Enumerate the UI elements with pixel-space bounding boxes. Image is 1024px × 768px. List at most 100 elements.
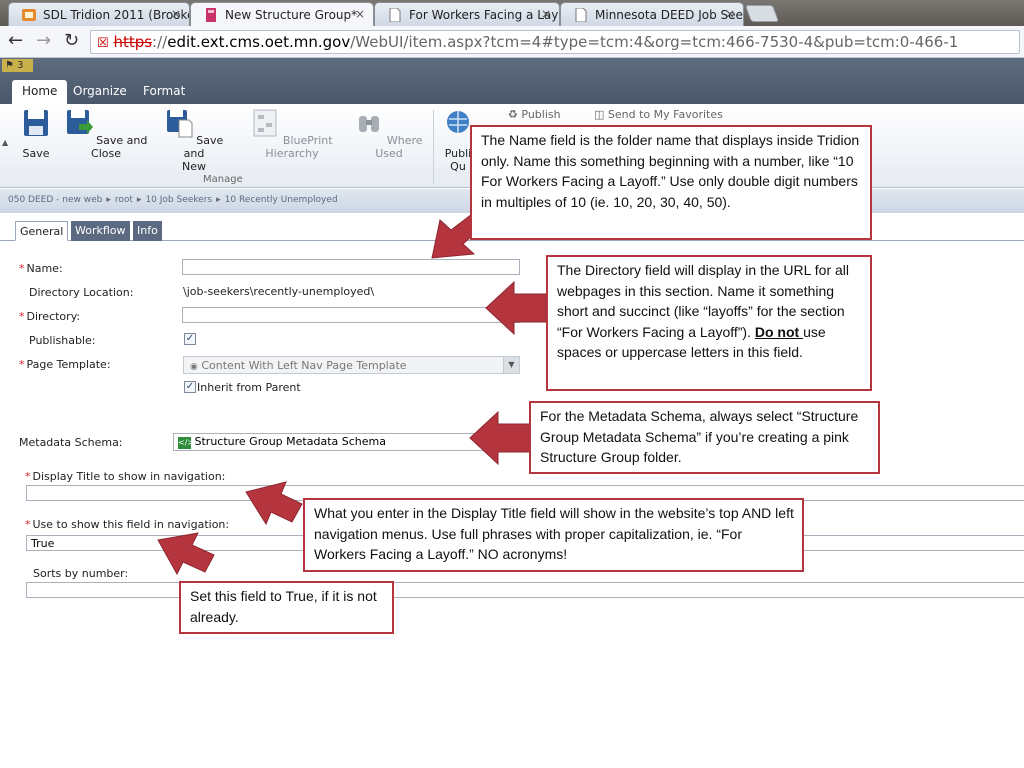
template-icon: ◉ xyxy=(190,362,198,372)
directory-label-text: Directory: xyxy=(26,310,81,323)
ribbon-separator xyxy=(433,110,434,184)
publishable-checkbox[interactable]: ✓ xyxy=(184,333,196,345)
inherit-from-parent-label: Inherit from Parent xyxy=(197,381,301,394)
inherit-from-parent-checkbox[interactable]: ✓ xyxy=(184,381,196,393)
save-close-icon xyxy=(66,110,93,134)
callout-name-field: The Name field is the folder name that d… xyxy=(470,125,872,240)
breadcrumb-separator: ▸ xyxy=(136,195,142,205)
required-marker: * xyxy=(25,518,31,531)
sorts-by-number-input[interactable] xyxy=(26,582,1024,598)
metadata-schema-label: Metadata Schema: xyxy=(19,436,123,449)
sorts-by-number-label: Sorts by number: xyxy=(33,567,129,580)
new-tab-button[interactable] xyxy=(744,5,780,22)
save-button[interactable]: Save xyxy=(18,108,54,160)
chevron-down-icon[interactable]: ▼ xyxy=(503,357,519,373)
required-marker: * xyxy=(19,310,25,323)
ribbon-tab-organize[interactable]: Organize xyxy=(63,80,137,104)
required-marker: * xyxy=(25,470,31,483)
blueprint-hierarchy-button[interactable]: BluePrint Hierarchy xyxy=(236,108,348,160)
page-template-value: Content With Left Nav Page Template xyxy=(201,359,407,372)
close-icon[interactable]: × xyxy=(541,7,551,21)
page-template-label: * Page Template: xyxy=(19,358,111,371)
tab-info[interactable]: Info xyxy=(133,221,162,241)
directory-location-value: \job-seekers\recently-unemployed\ xyxy=(183,285,375,298)
flag-badge[interactable]: ⚑ 3 xyxy=(2,59,33,72)
browser-tab-deed-job-seekers[interactable]: Minnesota DEED Job Seek × xyxy=(560,2,744,26)
name-label: * Name: xyxy=(19,262,63,275)
globe-icon xyxy=(447,111,469,133)
publish-icon: ♻ xyxy=(508,108,518,121)
browser-tab-label: New Structure Group* xyxy=(225,8,358,22)
save-label: Save xyxy=(22,147,50,160)
browser-tab-label: Minnesota DEED Job Seek xyxy=(595,8,744,22)
breadcrumb-item[interactable]: root xyxy=(115,195,133,205)
where-used-label: Where Used xyxy=(375,134,423,160)
url-path: /WebUI/item.aspx?tcm=4#type=tcm:4&org=tc… xyxy=(350,33,959,51)
publish-queue-label-line2: Qu xyxy=(450,160,466,173)
url-scheme-separator: :// xyxy=(152,33,168,51)
directory-input[interactable] xyxy=(182,307,520,323)
close-icon[interactable]: × xyxy=(725,7,735,21)
ribbon-tab-home[interactable]: Home xyxy=(12,80,68,104)
ribbon-tab-format[interactable]: Format xyxy=(133,80,195,104)
page-icon xyxy=(575,8,587,22)
collapse-arrow-icon[interactable]: ▲ xyxy=(2,138,8,147)
url-scheme: https xyxy=(113,33,153,51)
flag-count: 3 xyxy=(17,60,24,71)
breadcrumb-item[interactable]: 10 Recently Unemployed xyxy=(225,195,338,205)
save-and-close-label: Save and Close xyxy=(91,134,148,160)
forward-arrow-icon[interactable]: → xyxy=(36,31,51,51)
breadcrumb-separator: ▸ xyxy=(216,195,221,205)
name-label-text: Name: xyxy=(26,262,63,275)
page-template-select[interactable]: ◉ Content With Left Nav Page Template ▼ xyxy=(183,356,520,374)
floppy-disk-icon xyxy=(24,110,48,136)
tab-general[interactable]: General xyxy=(15,221,69,241)
required-marker: * xyxy=(19,262,25,275)
ribbon-group-label: Manage xyxy=(203,174,243,185)
browser-tab-strip: SDL Tridion 2011 (Brooke F × New Structu… xyxy=(0,0,1024,26)
send-to-favorites-button[interactable]: ◫ Send to My Favorites xyxy=(594,108,723,121)
save-and-close-button[interactable]: Save and Close xyxy=(60,108,152,160)
schema-icon: </> xyxy=(178,437,195,449)
callout-directory-field: The Directory field will display in the … xyxy=(546,255,872,391)
tridion-icon xyxy=(22,9,36,21)
browser-tab-tridion[interactable]: SDL Tridion 2011 (Brooke F × xyxy=(8,2,190,26)
metadata-schema-value: Structure Group Metadata Schema xyxy=(194,435,386,448)
browser-tab-new-structure-group[interactable]: New Structure Group* × xyxy=(190,2,374,26)
url-input[interactable]: ☒ https://edit.ext.cms.oet.mn.gov/WebUI/… xyxy=(90,30,1020,54)
browser-tab-workers-layoff[interactable]: For Workers Facing a Layo × xyxy=(374,2,560,26)
address-bar: ← → ↻ ☒ https://edit.ext.cms.oet.mn.gov/… xyxy=(0,26,1024,58)
publish-label: Publish xyxy=(521,108,561,121)
broken-lock-icon: ☒ xyxy=(97,36,109,51)
binoculars-icon xyxy=(359,116,380,132)
callout-metadata-schema: For the Metadata Schema, always select “… xyxy=(529,401,880,474)
required-marker: * xyxy=(19,358,25,371)
reload-icon[interactable]: ↻ xyxy=(64,31,79,51)
where-used-button[interactable]: Where Used xyxy=(352,108,426,160)
metadata-schema-select[interactable]: </> Structure Group Metadata Schema xyxy=(173,433,493,451)
cms-header: ⚑ 3 Home Organize Format xyxy=(0,58,1024,104)
callout-true-field: Set this field to True, if it is not alr… xyxy=(179,581,394,634)
use-to-show-label-text: Use to show this field in navigation: xyxy=(32,518,230,531)
publish-button[interactable]: ♻ Publish xyxy=(508,108,561,121)
publishable-label: Publishable: xyxy=(29,334,96,347)
use-to-show-label: * Use to show this field in navigation: xyxy=(25,518,229,531)
browser-tab-label: For Workers Facing a Layo xyxy=(409,8,560,22)
book-icon xyxy=(206,8,216,22)
directory-location-label: Directory Location: xyxy=(29,286,134,299)
save-and-new-button[interactable]: Save and New xyxy=(164,108,224,173)
back-arrow-icon[interactable]: ← xyxy=(8,31,23,51)
browser-tab-label: SDL Tridion 2011 (Brooke F xyxy=(43,8,190,22)
callout-display-title: What you enter in the Display Title fiel… xyxy=(303,498,804,572)
breadcrumb-separator: ▸ xyxy=(106,195,111,205)
breadcrumb-item[interactable]: 10 Job Seekers xyxy=(145,195,212,205)
save-new-icon xyxy=(166,110,193,138)
close-icon[interactable]: × xyxy=(171,7,181,21)
close-icon[interactable]: × xyxy=(355,7,365,21)
name-input[interactable] xyxy=(182,259,520,275)
tab-workflow[interactable]: Workflow xyxy=(71,221,130,241)
favorites-icon: ◫ xyxy=(594,108,605,121)
breadcrumb-item[interactable]: 050 DEED - new web xyxy=(8,195,102,205)
publish-queue-label-line1: Publi xyxy=(444,147,472,160)
flag-icon: ⚑ xyxy=(5,60,14,71)
